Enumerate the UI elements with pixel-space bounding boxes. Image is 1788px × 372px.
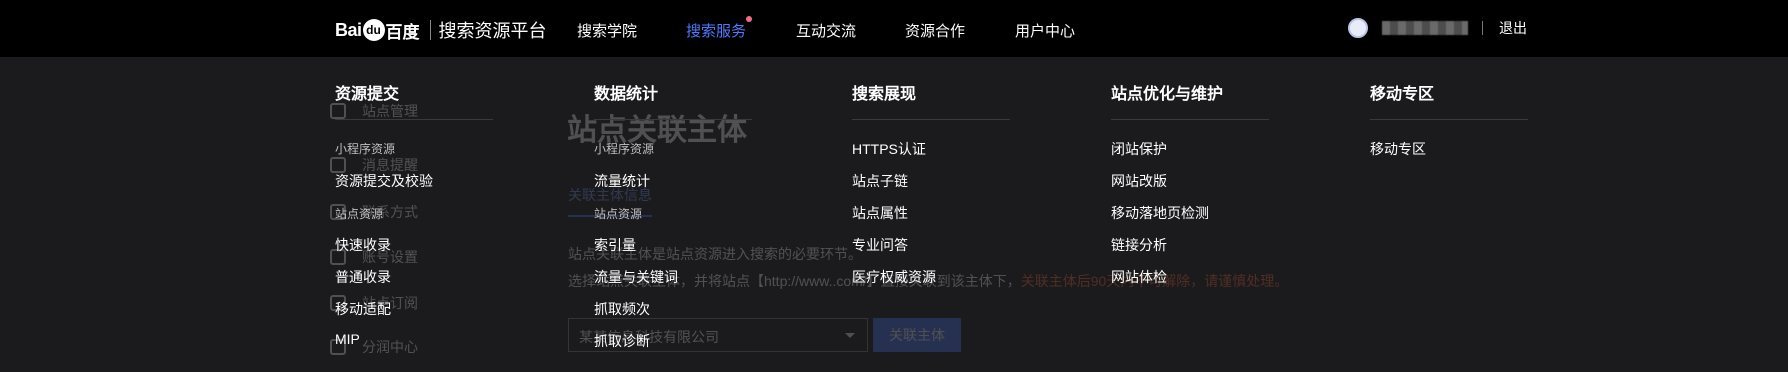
menu-link-crawl-frequency[interactable]: 抓取频次 — [594, 299, 650, 319]
menu-column-title: 数据统计 — [594, 86, 659, 103]
menu-column-site-optimization: 站点优化与维护 闭站保护 网站改版 移动落地页检测 链接分析 网站体检 — [1111, 84, 1269, 285]
column-divider — [1111, 119, 1269, 120]
notification-dot — [746, 16, 753, 22]
nav-item-search-service[interactable]: 搜索服务 — [686, 16, 753, 41]
menu-link-site-checkup[interactable]: 网站体检 — [1111, 267, 1167, 287]
bg-link-entity-button: 关联主体 — [873, 318, 961, 352]
platform-name: 搜索资源平台 — [438, 21, 547, 41]
menu-link-resource-submit-verify[interactable]: 资源提交及校验 — [335, 171, 433, 191]
top-navigation-bar: Bai du 百度 搜索资源平台 搜索学院 搜索服务 互动交流 资源合作 用户中… — [0, 0, 1788, 57]
nav-item-interaction[interactable]: 互动交流 — [796, 20, 856, 41]
user-area: 退出 — [1348, 17, 1527, 39]
menu-link-medical-authority[interactable]: 医疗权威资源 — [852, 267, 936, 287]
column-divider — [852, 119, 1010, 120]
menu-column-title: 资源提交 — [335, 86, 400, 103]
group-label-miniprogram: 小程序资源 — [594, 142, 655, 156]
menu-column-title: 搜索展现 — [852, 86, 917, 103]
menu-link-mobile-adapt[interactable]: 移动适配 — [335, 299, 391, 319]
menu-link-normal-index[interactable]: 普通收录 — [335, 267, 391, 287]
menu-link-link-analysis[interactable]: 链接分析 — [1111, 235, 1167, 255]
logout-link[interactable]: 退出 — [1499, 18, 1527, 38]
menu-link-https-cert[interactable]: HTTPS认证 — [852, 139, 926, 159]
menu-link-site-attributes[interactable]: 站点属性 — [852, 203, 908, 223]
baidu-paw-icon: du — [362, 19, 385, 41]
group-label-site: 站点资源 — [335, 207, 384, 221]
menu-link-professional-qa[interactable]: 专业问答 — [852, 235, 908, 255]
nav-item-resource-cooperation[interactable]: 资源合作 — [905, 20, 965, 41]
menu-link-traffic-stats[interactable]: 流量统计 — [594, 171, 650, 191]
column-divider — [594, 119, 752, 120]
column-divider — [335, 119, 493, 120]
avatar-icon[interactable] — [1348, 18, 1368, 38]
menu-link-index-volume[interactable]: 索引量 — [594, 235, 636, 255]
logo-divider — [429, 20, 431, 40]
nav-item-search-academy[interactable]: 搜索学院 — [577, 20, 637, 41]
menu-link-site-revision[interactable]: 网站改版 — [1111, 171, 1167, 191]
menu-link-mobile-landing-check[interactable]: 移动落地页检测 — [1111, 203, 1209, 223]
menu-link-mip[interactable]: MIP — [335, 331, 360, 347]
group-label-site: 站点资源 — [594, 207, 643, 221]
menu-column-mobile-zone: 移动专区 移动专区 — [1370, 84, 1528, 157]
baidu-logo[interactable]: Bai du 百度 搜索资源平台 — [335, 17, 547, 43]
menu-link-fast-index[interactable]: 快速收录 — [335, 235, 391, 255]
column-divider — [1370, 119, 1528, 120]
menu-column-resource-submit: 资源提交 小程序资源 资源提交及校验 站点资源 快速收录 普通收录 移动适配 M… — [335, 84, 493, 347]
menu-column-title: 移动专区 — [1370, 86, 1435, 103]
menu-link-crawl-diagnosis[interactable]: 抓取诊断 — [594, 331, 650, 351]
menu-link-traffic-keywords[interactable]: 流量与关键词 — [594, 267, 678, 287]
group-label-miniprogram: 小程序资源 — [335, 142, 396, 156]
menu-link-site-sublinks[interactable]: 站点子链 — [852, 171, 908, 191]
menu-column-search-display: 搜索展现 HTTPS认证 站点子链 站点属性 专业问答 医疗权威资源 — [852, 84, 1010, 285]
menu-column-title: 站点优化与维护 — [1111, 86, 1224, 103]
menu-column-data-stats: 数据统计 小程序资源 流量统计 站点资源 索引量 流量与关键词 抓取频次 抓取诊… — [594, 84, 752, 349]
username-redacted[interactable] — [1382, 21, 1468, 35]
menu-link-site-closure-protect[interactable]: 闭站保护 — [1111, 139, 1167, 159]
menu-link-mobile-zone[interactable]: 移动专区 — [1370, 139, 1426, 159]
nav-item-user-center[interactable]: 用户中心 — [1015, 20, 1075, 41]
user-divider — [1482, 21, 1483, 35]
